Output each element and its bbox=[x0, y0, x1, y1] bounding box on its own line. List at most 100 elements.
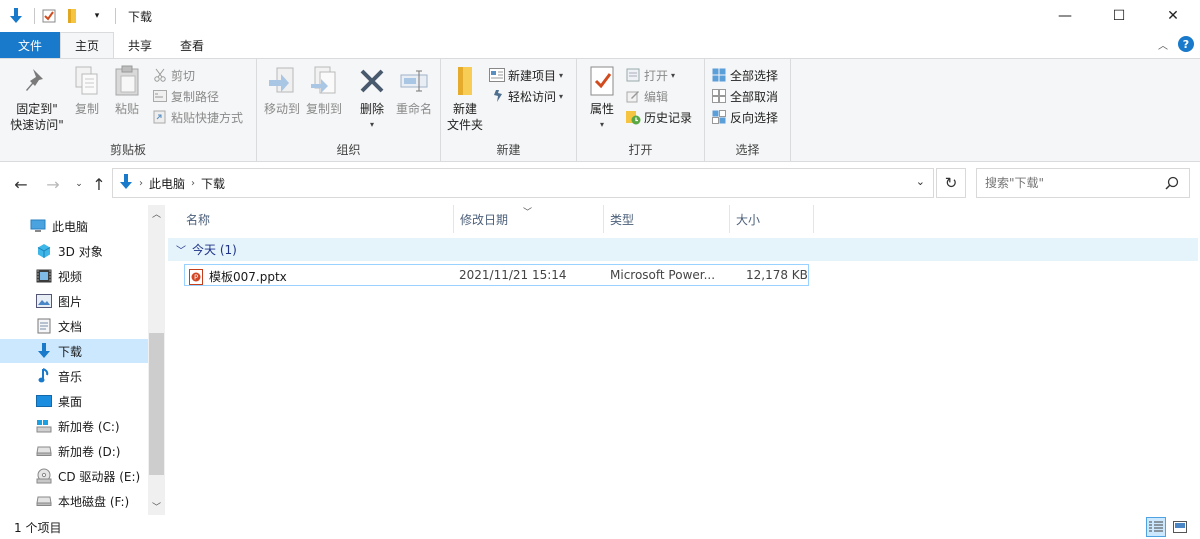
breadcrumb-this-pc[interactable]: 此电脑 bbox=[149, 175, 185, 192]
forward-button[interactable]: → bbox=[42, 173, 64, 195]
pptx-file-icon: P bbox=[189, 268, 203, 285]
search-input[interactable] bbox=[985, 176, 1155, 190]
recent-locations-button[interactable]: ⌄ bbox=[68, 173, 90, 195]
toolbar-divider bbox=[34, 8, 35, 24]
file-row[interactable]: P 模板007.pptx 2021/11/21 15:14 Microsoft … bbox=[184, 264, 809, 286]
nav-item-drive-d[interactable]: 新加卷 (D:) bbox=[0, 439, 148, 463]
collapse-ribbon-icon[interactable]: ︿ bbox=[1158, 37, 1168, 52]
new-item-icon bbox=[489, 67, 505, 83]
select-none-button[interactable]: 全部取消 bbox=[711, 86, 778, 106]
tab-view[interactable]: 查看 bbox=[166, 32, 218, 58]
up-button[interactable]: ↑ bbox=[88, 173, 110, 195]
video-icon bbox=[36, 268, 52, 284]
properties-dropdown-icon[interactable]: ▾ bbox=[600, 117, 604, 133]
collapse-group-icon[interactable]: ﹀ bbox=[176, 242, 186, 257]
cut-button[interactable]: 剪切 bbox=[152, 65, 195, 85]
close-button[interactable]: ✕ bbox=[1146, 0, 1200, 32]
nav-item-this-pc[interactable]: 此电脑 bbox=[0, 214, 148, 238]
nav-item-drive-f[interactable]: 本地磁盘 (F:) bbox=[0, 489, 148, 513]
delete-icon bbox=[356, 65, 388, 97]
new-group-label: 新建 bbox=[496, 143, 521, 157]
new-folder-button[interactable]: 新建 文件夹 bbox=[445, 65, 485, 133]
nav-item-downloads[interactable]: 下载 bbox=[0, 339, 148, 363]
copy-path-button[interactable]: 复制路径 bbox=[152, 86, 219, 106]
tab-home[interactable]: 主页 bbox=[60, 32, 115, 58]
customize-toolbar-icon[interactable]: ▾ bbox=[89, 8, 105, 24]
history-icon bbox=[625, 109, 641, 125]
column-header-size[interactable]: 大小 bbox=[730, 205, 814, 233]
nav-scrollbar[interactable]: ︿ ﹀ bbox=[148, 205, 165, 515]
window-title: 下载 bbox=[128, 9, 153, 24]
tab-file[interactable]: 文件 bbox=[0, 32, 61, 58]
address-bar[interactable]: › 此电脑 › 下载 ⌄ bbox=[112, 168, 934, 198]
paste-button[interactable]: 粘贴 bbox=[110, 65, 144, 117]
maximize-button[interactable]: ☐ bbox=[1092, 0, 1146, 32]
column-header-name[interactable]: 名称 bbox=[180, 205, 454, 233]
nav-item-cd-drive[interactable]: CD 驱动器 (E:) bbox=[0, 464, 148, 488]
scroll-down-icon[interactable]: ﹀ bbox=[148, 498, 165, 515]
nav-label: 本地磁盘 (F:) bbox=[58, 494, 130, 509]
help-icon[interactable]: ? bbox=[1178, 36, 1194, 52]
select-all-button[interactable]: 全部选择 bbox=[711, 65, 778, 85]
group-header-today[interactable]: ﹀ 今天 (1) bbox=[168, 238, 1198, 261]
open-button[interactable]: 打开 ▾ bbox=[625, 65, 675, 85]
details-view-button[interactable] bbox=[1146, 517, 1166, 537]
select-all-label: 全部选择 bbox=[730, 68, 779, 83]
delete-dropdown-icon[interactable]: ▾ bbox=[370, 117, 374, 133]
paste-shortcut-button[interactable]: 粘贴快捷方式 bbox=[152, 107, 243, 127]
nav-item-3d-objects[interactable]: 3D 对象 bbox=[0, 239, 148, 263]
nav-label: 此电脑 bbox=[52, 219, 89, 234]
nav-label: 视频 bbox=[58, 269, 83, 284]
easy-access-label: 轻松访问 bbox=[508, 89, 557, 104]
breadcrumb-separator-icon[interactable]: › bbox=[139, 178, 143, 189]
breadcrumb-downloads[interactable]: 下载 bbox=[201, 175, 225, 192]
minimize-button[interactable]: — bbox=[1038, 0, 1092, 32]
search-box[interactable] bbox=[976, 168, 1190, 198]
refresh-button[interactable]: ↻ bbox=[936, 168, 966, 198]
new-folder-quick-icon[interactable] bbox=[65, 8, 81, 24]
breadcrumb-separator-icon[interactable]: › bbox=[191, 178, 195, 189]
quick-access-toolbar: ▾ 下载 bbox=[0, 0, 152, 32]
move-to-button[interactable]: 移动到 bbox=[261, 65, 303, 117]
easy-access-button[interactable]: 轻松访问 ▾ bbox=[489, 86, 563, 106]
history-button[interactable]: 历史记录 bbox=[625, 107, 692, 127]
large-icons-view-button[interactable] bbox=[1170, 517, 1190, 537]
copy-button[interactable]: 复制 bbox=[70, 65, 104, 117]
drive-icon bbox=[36, 443, 52, 459]
pin-quick-access-button[interactable]: 固定到" 快速访问" bbox=[6, 65, 68, 133]
paste-icon bbox=[111, 65, 143, 97]
tab-share[interactable]: 共享 bbox=[114, 32, 166, 58]
search-icon[interactable] bbox=[1165, 176, 1179, 193]
move-to-label: 移动到 bbox=[263, 102, 300, 116]
nav-item-music[interactable]: 音乐 bbox=[0, 364, 148, 388]
new-folder-label-line1: 新建 bbox=[452, 102, 477, 116]
nav-item-desktop[interactable]: 桌面 bbox=[0, 389, 148, 413]
edit-icon bbox=[625, 88, 641, 104]
address-row: ← → ⌄ ↑ › 此电脑 › 下载 ⌄ ↻ bbox=[0, 168, 1200, 200]
new-item-label: 新建项目 bbox=[508, 68, 557, 83]
file-type: Microsoft Power... bbox=[610, 268, 716, 282]
nav-item-pictures[interactable]: 图片 bbox=[0, 289, 148, 313]
new-item-button[interactable]: 新建项目 ▾ bbox=[489, 65, 563, 85]
nav-item-documents[interactable]: 文档 bbox=[0, 314, 148, 338]
delete-button[interactable]: 删除 ▾ bbox=[355, 65, 389, 133]
nav-label: 文档 bbox=[58, 319, 83, 334]
properties-quick-icon[interactable] bbox=[41, 8, 57, 24]
nav-label: 新加卷 (C:) bbox=[58, 419, 120, 434]
nav-item-drive-c[interactable]: 新加卷 (C:) bbox=[0, 414, 148, 438]
toolbar-divider bbox=[115, 8, 116, 24]
scroll-up-icon[interactable]: ︿ bbox=[148, 205, 165, 222]
rename-button[interactable]: 重命名 bbox=[393, 65, 435, 117]
drive-c-icon bbox=[36, 418, 52, 434]
invert-selection-button[interactable]: 反向选择 bbox=[711, 107, 778, 127]
column-header-type[interactable]: 类型 bbox=[604, 205, 730, 233]
edit-button[interactable]: 编辑 bbox=[625, 86, 668, 106]
organize-group-label: 组织 bbox=[336, 143, 361, 157]
nav-item-videos[interactable]: 视频 bbox=[0, 264, 148, 288]
properties-button[interactable]: 属性 ▾ bbox=[585, 65, 619, 133]
scroll-thumb[interactable] bbox=[149, 333, 164, 475]
copy-to-button[interactable]: 复制到 bbox=[303, 65, 345, 117]
select-group: 全部选择 全部取消 反向选择 选择 bbox=[705, 59, 791, 162]
back-button[interactable]: ← bbox=[10, 173, 32, 195]
address-dropdown-icon[interactable]: ⌄ bbox=[916, 175, 925, 188]
